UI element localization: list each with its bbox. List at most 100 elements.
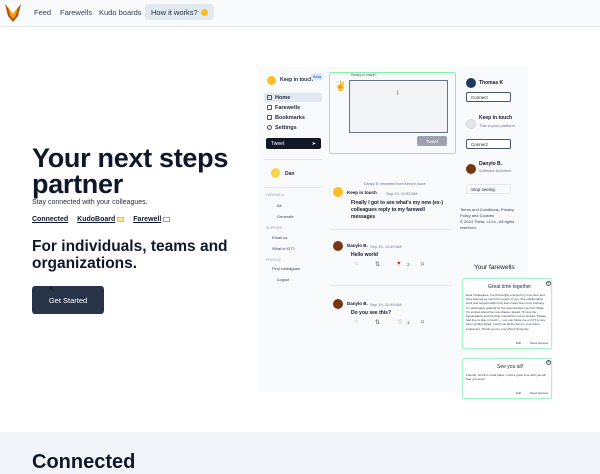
person-avatar [466,119,476,129]
compose-tweet-label: Tweet [425,138,438,144]
sidebar-item-farewells[interactable]: Farewells [264,103,322,112]
terms-link[interactable]: Terms and Conditions, Privacy Policy and… [460,207,522,219]
keep-in-touch-logo-icon [267,76,276,85]
sidebar-item-settings[interactable]: Settings [264,123,322,132]
comment-icon[interactable]: ◌ [355,319,359,325]
farewell-card-text: Friends, Scroll to small place, I had a … [466,373,546,382]
person-name[interactable]: Keep in touch [479,115,512,121]
section-title: Connected [32,451,136,473]
bookmark-icon [267,115,272,120]
like-count: 2 [407,262,410,267]
sidebar-tweet-button[interactable]: Tweet ➤ [266,138,321,149]
wave-emoji-icon: ✌ [335,81,347,91]
section-item-find-colleagues[interactable]: Find colleagues [272,266,300,271]
person-avatar [466,164,476,174]
close-icon[interactable]: × [546,281,551,286]
divider [330,285,452,286]
compose-textarea[interactable] [349,80,448,133]
person-name[interactable]: Thomas K [479,80,503,86]
retweet-icon[interactable]: ⇅ [375,261,380,268]
bookmark-icon[interactable]: ⌑ [421,319,424,326]
send-icon: ➤ [311,140,316,147]
sidebar-item-bookmarks[interactable]: Bookmarks [264,113,322,122]
heart-icon[interactable]: ♥ [397,261,401,267]
farewell-card-title: Great time together [488,284,532,290]
connect-button[interactable]: Connect [466,139,511,149]
post-text: Do you see this? [351,310,392,316]
link-farewell-wrap[interactable]: Farewell [133,216,171,223]
person-avatar [466,78,476,88]
retweet-note: Danylo B. retweeted from Keep in touch [364,182,426,186]
comment-icon[interactable]: ◌ [355,261,359,267]
heart-outline-icon[interactable]: ♡ [397,319,402,326]
mouse-cursor-icon: ↖ [49,285,56,294]
section-item-email-us[interactable]: Email us [272,235,287,240]
section-item-logout[interactable]: Logout [277,277,289,282]
edit-button[interactable]: Edit [516,391,528,395]
connect-label: Connect [471,141,488,147]
send-preview-button[interactable]: Send preview [530,341,552,345]
close-icon[interactable]: × [546,360,551,365]
post-time: Sep 19, 11:49 AM [370,244,402,249]
nav-farewells[interactable]: Farewells [60,8,92,17]
link-farewell[interactable]: Farewell [133,216,161,223]
beta-badge: Beta [311,73,324,80]
user-name[interactable]: Dan [285,171,294,177]
post-author[interactable]: Danylo B. [347,301,368,306]
post-avatar [333,299,343,309]
kudoboard-icon [117,216,125,222]
person-subtitle: Software Architect [479,168,512,173]
sidebar-item-label: Home [275,94,291,101]
link-kudoboard-wrap[interactable]: KudoBoard [77,216,125,223]
send-icon [267,105,272,110]
nav-feed[interactable]: Feed [34,8,51,17]
hero-title: Your next steps partner [32,143,229,199]
hero-subtitle: Stay connected with your colleagues. [32,199,148,206]
get-started-button[interactable]: Get Started [32,286,104,314]
gear-icon [267,125,272,130]
connect-button[interactable]: Connect [466,92,511,102]
section-item-all[interactable]: All [277,203,281,208]
top-nav: Feed Farewells Kudo boards How it works? [0,0,600,27]
copyright: © 2024 Theta, LLCs., All rights reserved… [460,219,515,230]
sidebar-item-label: Settings [275,124,297,131]
divider [264,187,322,188]
fox-logo-icon[interactable] [5,4,21,22]
person-subtitle: This is your platform [479,123,516,128]
hero-links: Connected KudoBoard Farewell [32,216,171,223]
post-text: Hello world [351,252,378,258]
post-text: Finally I got to see what's my new (ex-)… [351,200,444,220]
link-connected[interactable]: Connected [32,216,68,223]
section-heading-farewell: FAREWELL [266,193,285,197]
hero-heading: For individuals, teams and organizations… [32,238,228,272]
farewell-card-title: See you all! [497,364,524,370]
retweet-icon[interactable]: ⇅ [375,319,380,326]
post-time: Sep 19, 11:49 AM [370,302,402,307]
home-icon [267,95,272,100]
bookmark-icon[interactable]: ⌑ [421,261,424,268]
section-item-what-is-kit[interactable]: What is KIT? [272,246,295,251]
post-author[interactable]: Danylo B. [347,243,368,248]
stop-seeing-label: Stop seeing [471,186,495,192]
person-name[interactable]: Danylo B. [479,161,502,167]
nav-kudo-boards[interactable]: Kudo boards [99,8,142,17]
stop-seeing-button[interactable]: Stop seeing [466,184,511,194]
nav-how-it-works[interactable]: How it works? [145,4,214,20]
send-preview-button[interactable]: Send preview [530,391,552,395]
link-kudoboard[interactable]: KudoBoard [77,216,115,223]
tweet-label: Tweet [271,140,285,147]
footer-links[interactable]: Terms and Conditions, Privacy Policy and… [460,207,522,231]
section-item-generate[interactable]: Generate [277,214,294,219]
sidebar-item-home[interactable]: Home [264,93,322,102]
divider [264,159,322,160]
user-avatar [271,168,280,178]
section-heading-support: SUPPORT [266,226,283,230]
post-avatar [333,241,343,251]
compose-tweet-button[interactable]: Tweet [417,136,447,146]
like-count: 1 [407,320,410,325]
compose-placeholder: Ready to share? [351,73,377,77]
text-cursor-icon: I [397,91,399,97]
post-author[interactable]: Keep in touch [347,190,377,195]
edit-button[interactable]: Edit [516,341,528,345]
section-heading-profile: PROFILE [266,258,281,262]
